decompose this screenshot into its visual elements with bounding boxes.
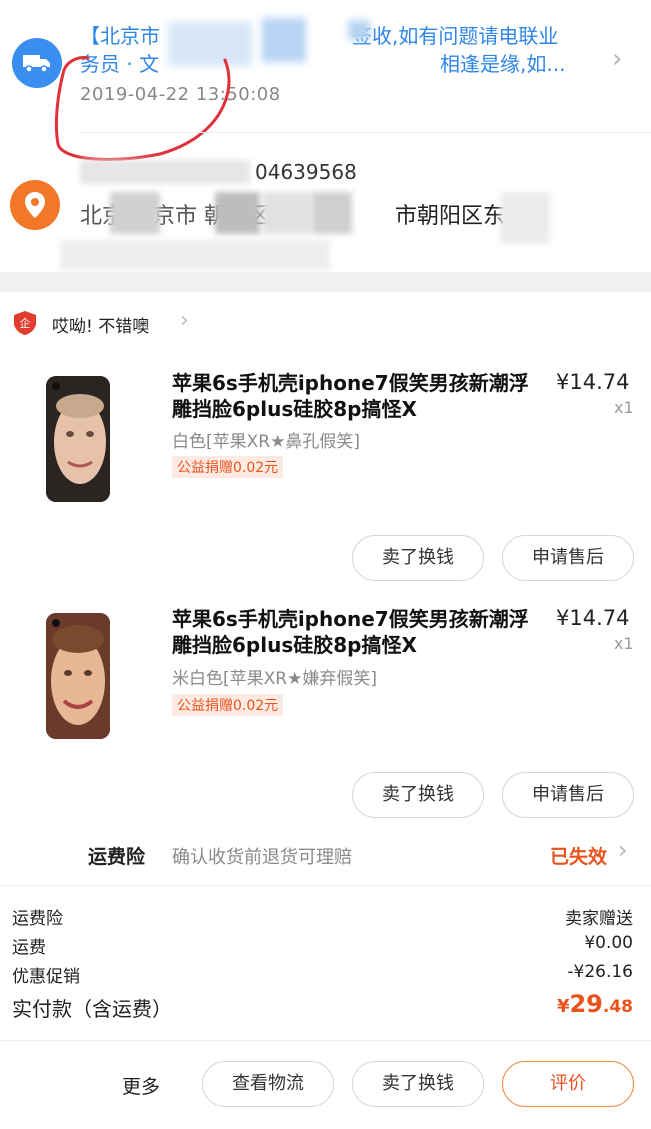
total-paid-value: ¥29.48	[557, 990, 633, 1018]
phone-number: 04639568	[255, 160, 357, 184]
redaction-blur	[262, 18, 306, 62]
item-title-line2[interactable]: 雕挡脸6plus硅胶8p搞怪X	[172, 396, 417, 422]
logistics-line1-left: 【北京市	[80, 24, 160, 48]
section-gap	[0, 272, 651, 292]
sell-for-cash-button[interactable]: 卖了换钱	[352, 772, 484, 818]
redaction-blur	[262, 192, 312, 234]
review-button[interactable]: 评价	[502, 1061, 634, 1107]
total-currency: ¥	[556, 996, 570, 1017]
red-annotation-scribble	[54, 56, 231, 161]
logistics-line1-right: 签收,如有问题请电联业	[352, 24, 559, 48]
divider	[0, 885, 651, 886]
summary-label-shipping: 运费	[12, 938, 46, 958]
item-title-line1[interactable]: 苹果6s手机壳iphone7假笑男孩新潮浮	[172, 370, 529, 396]
request-aftersale-button[interactable]: 申请售后	[502, 535, 634, 581]
redaction-blur	[312, 192, 352, 234]
product-thumbnail[interactable]	[46, 613, 110, 739]
item-quantity: x1	[614, 398, 634, 417]
summary-value-insurance: 卖家赠送	[565, 909, 633, 929]
shop-badge-icon: 企	[12, 310, 38, 336]
redaction-blur	[80, 160, 250, 184]
item-title-line1[interactable]: 苹果6s手机壳iphone7假笑男孩新潮浮	[172, 606, 529, 632]
view-logistics-button[interactable]: 查看物流	[202, 1061, 334, 1107]
shop-name[interactable]: 哎呦! 不错噢	[52, 312, 149, 337]
redaction-blur	[500, 192, 550, 244]
logistics-line2-right: 相逢是缘,如...	[440, 52, 566, 76]
charity-badge: 公益捐赠0.02元	[172, 694, 284, 716]
item-title-line2[interactable]: 雕挡脸6plus硅胶8p搞怪X	[172, 632, 417, 658]
address-line-right: 市朝阳区东	[395, 204, 506, 229]
item-price: ¥14.74	[556, 370, 630, 394]
summary-label-discount: 优惠促销	[12, 967, 80, 987]
redaction-blur	[110, 192, 160, 234]
divider	[80, 132, 651, 133]
redaction-blur	[348, 20, 370, 40]
sell-for-cash-button[interactable]: 卖了换钱	[352, 535, 484, 581]
total-paid-label: 实付款（含运费）	[12, 997, 172, 1021]
item-sku: 米白色[苹果XR★嫌弃假笑]	[172, 669, 377, 689]
redaction-blur	[215, 192, 260, 234]
sell-for-cash-button[interactable]: 卖了换钱	[352, 1061, 484, 1107]
chevron-right-icon[interactable]: ›	[612, 44, 622, 74]
divider	[0, 1040, 651, 1041]
item-price: ¥14.74	[556, 606, 630, 630]
item-quantity: x1	[614, 634, 634, 653]
summary-value-discount: -¥26.16	[567, 962, 633, 982]
chevron-right-icon[interactable]: ›	[618, 836, 628, 864]
shipping-insurance-label: 运费险	[88, 846, 146, 868]
charity-badge: 公益捐赠0.02元	[172, 456, 284, 478]
summary-value-shipping: ¥0.00	[584, 933, 633, 953]
shipping-insurance-desc: 确认收货前退货可理赔	[172, 847, 352, 868]
redaction-blur	[60, 240, 330, 270]
product-thumbnail[interactable]	[46, 376, 110, 502]
request-aftersale-button[interactable]: 申请售后	[502, 772, 634, 818]
chevron-right-icon[interactable]: ›	[180, 308, 189, 333]
total-decimal: .48	[602, 997, 633, 1017]
location-pin-icon	[10, 180, 60, 230]
shipping-insurance-status[interactable]: 已失效	[550, 842, 607, 869]
summary-label-insurance: 运费险	[12, 909, 63, 929]
svg-text:企: 企	[20, 316, 31, 330]
item-sku: 白色[苹果XR★鼻孔假笑]	[172, 432, 360, 452]
more-button[interactable]: 更多	[122, 1072, 160, 1099]
total-integer: 29	[569, 990, 603, 1018]
